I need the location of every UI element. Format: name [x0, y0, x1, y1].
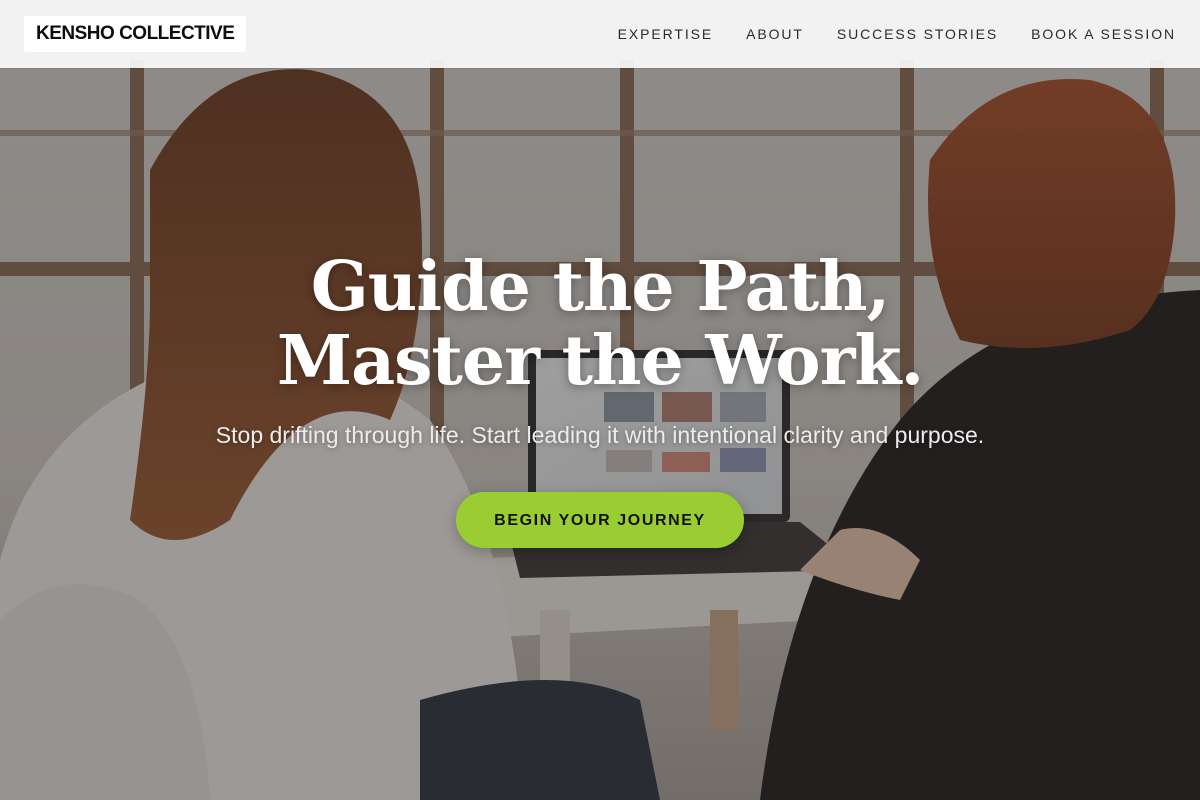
site-logo[interactable]: KENSHO COLLECTIVE: [24, 16, 247, 52]
nav-link-book-a-session[interactable]: BOOK A SESSION: [1031, 26, 1176, 42]
hero-title: Guide the Path, Master the Work.: [276, 247, 924, 401]
main-navigation: EXPERTISE ABOUT SUCCESS STORIES BOOK A S…: [618, 0, 1176, 68]
site-header: KENSHO COLLECTIVE EXPERTISE ABOUT SUCCES…: [0, 0, 1200, 68]
nav-link-success-stories[interactable]: SUCCESS STORIES: [837, 26, 998, 42]
landing-page: KENSHO COLLECTIVE EXPERTISE ABOUT SUCCES…: [0, 0, 1200, 800]
hero-subtitle: Stop drifting through life. Start leadin…: [215, 422, 985, 448]
nav-link-about[interactable]: ABOUT: [746, 26, 804, 42]
logo-text: KENSHO COLLECTIVE: [36, 23, 235, 44]
begin-journey-button[interactable]: BEGIN YOUR JOURNEY: [456, 492, 744, 548]
nav-link-expertise[interactable]: EXPERTISE: [618, 26, 713, 42]
hero-section: Guide the Path, Master the Work. Stop dr…: [0, 250, 1200, 548]
